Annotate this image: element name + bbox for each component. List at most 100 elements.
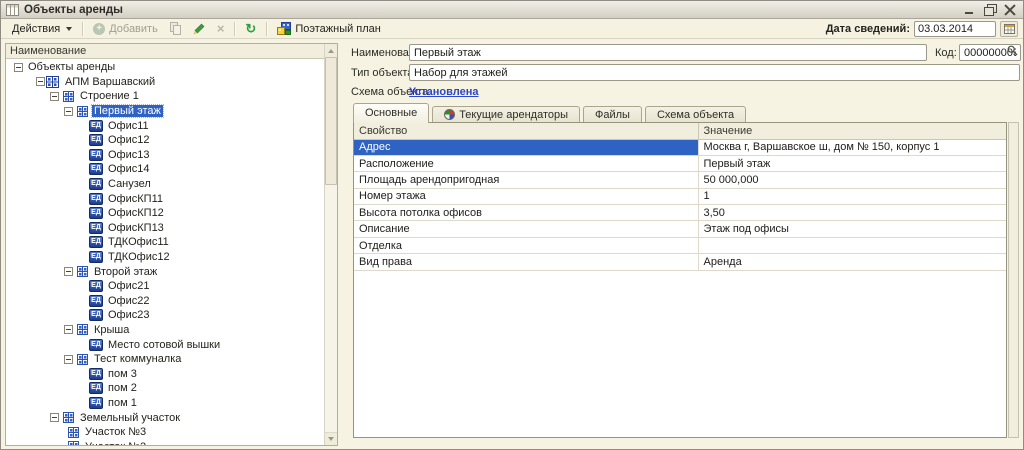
tab-0[interactable]: Основные (353, 103, 429, 123)
floor-plan-button[interactable]: Поэтажный план (271, 20, 387, 37)
tree-node-label[interactable]: Офис12 (106, 134, 152, 146)
tree-node[interactable]: Тест коммуналка (6, 352, 324, 367)
copy-button[interactable] (164, 20, 187, 37)
tree-node[interactable]: ЕДОфис12 (6, 133, 324, 148)
tree-node[interactable]: ЕДОфис13 (6, 148, 324, 163)
property-row[interactable]: ОписаниеЭтаж под офисы (354, 221, 1006, 237)
minimize-button[interactable] (964, 4, 976, 15)
name-input[interactable] (409, 44, 927, 61)
property-value-cell[interactable]: 50 000,000 (698, 172, 1006, 188)
edit-button[interactable] (187, 21, 211, 37)
scroll-down-icon[interactable] (325, 432, 337, 445)
close-button[interactable] (1004, 4, 1016, 15)
tree-node-label[interactable]: АПМ Варшавский (63, 76, 157, 88)
tree-node-label[interactable]: Участок №2 (83, 441, 148, 445)
tree-node-label[interactable]: ОфисКП13 (106, 222, 166, 234)
property-value-cell[interactable]: Этаж под офисы (698, 221, 1006, 237)
property-name-cell[interactable]: Адрес (354, 139, 698, 155)
property-row[interactable]: Отделка (354, 237, 1006, 253)
tree-node[interactable]: Участок №3 (6, 425, 324, 440)
property-value-cell[interactable] (698, 237, 1006, 253)
property-name-cell[interactable]: Вид права (354, 254, 698, 270)
collapse-minus-icon[interactable] (64, 355, 73, 364)
column-header-property[interactable]: Свойство (354, 123, 698, 139)
tab-2[interactable]: Файлы (583, 106, 642, 123)
tree-node-label[interactable]: Офис13 (106, 149, 152, 161)
property-value-cell[interactable]: Первый этаж (698, 155, 1006, 171)
tree-node[interactable]: ЕДОфис21 (6, 279, 324, 294)
collapse-minus-icon[interactable] (50, 413, 59, 422)
refresh-button[interactable]: ↻ (239, 21, 262, 37)
tree-column-header[interactable]: Наименование (6, 44, 324, 59)
type-input[interactable] (409, 64, 1020, 81)
delete-button[interactable]: × (211, 21, 231, 37)
tree-node-label[interactable]: Строение 1 (78, 90, 141, 102)
tree-node-label[interactable]: Санузел (106, 178, 153, 190)
property-value-cell[interactable]: 3,50 (698, 205, 1006, 221)
tab-3[interactable]: Схема объекта (645, 106, 746, 123)
property-value-cell[interactable]: Москва г, Варшавское ш, дом № 150, корпу… (698, 139, 1006, 155)
tree-node[interactable]: ЕДОфис11 (6, 118, 324, 133)
tree-node[interactable]: Участок №2 (6, 439, 324, 445)
tree-node-label[interactable]: Офис21 (106, 280, 152, 292)
property-row[interactable]: Площадь арендопригодная50 000,000 (354, 172, 1006, 188)
property-name-cell[interactable]: Площадь арендопригодная (354, 172, 698, 188)
tree-node[interactable]: ЕДпом 3 (6, 366, 324, 381)
tree-node-label[interactable]: Первый этаж (92, 105, 163, 117)
property-row[interactable]: Вид праваАренда (354, 254, 1006, 270)
tree-node[interactable]: ЕДОфис14 (6, 162, 324, 177)
scroll-up-icon[interactable] (325, 44, 337, 57)
date-input[interactable] (914, 21, 996, 37)
tree-node[interactable]: ЕДТДКОфис11 (6, 235, 324, 250)
tree-node[interactable]: ЕДМесто сотовой вышки (6, 337, 324, 352)
collapse-minus-icon[interactable] (64, 267, 73, 276)
tree-node[interactable]: Объекты аренды (6, 60, 324, 75)
lookup-magnifier-icon[interactable] (1007, 45, 1018, 59)
properties-scrollbar[interactable] (1008, 122, 1019, 438)
tree-node-label[interactable]: Офис22 (106, 295, 152, 307)
tree-node-label[interactable]: Тест коммуналка (92, 353, 183, 365)
restore-button[interactable] (984, 4, 996, 15)
scrollbar-thumb[interactable] (325, 57, 337, 185)
tree-node-label[interactable]: ОфисКП11 (106, 193, 165, 205)
property-name-cell[interactable]: Описание (354, 221, 698, 237)
property-value-cell[interactable]: Аренда (698, 254, 1006, 270)
tree-node-label[interactable]: Земельный участок (78, 412, 182, 424)
tree-node[interactable]: Крыша (6, 323, 324, 338)
property-row[interactable]: РасположениеПервый этаж (354, 155, 1006, 171)
tab-1[interactable]: Текущие арендаторы (432, 106, 580, 123)
tree-node-label[interactable]: Крыша (92, 324, 131, 336)
tree-node-label[interactable]: пом 1 (106, 397, 139, 409)
add-button[interactable]: + Добавить (87, 21, 164, 37)
tree-node[interactable]: АПМ Варшавский (6, 75, 324, 90)
tree-node-label[interactable]: Объекты аренды (26, 61, 117, 73)
actions-button[interactable]: Действия (6, 21, 78, 37)
tree-node[interactable]: ЕДТДКОфис12 (6, 250, 324, 265)
tree-scrollbar[interactable] (324, 44, 337, 445)
tree-node[interactable]: Первый этаж (6, 104, 324, 119)
property-row[interactable]: АдресМосква г, Варшавское ш, дом № 150, … (354, 139, 1006, 155)
tree-node-label[interactable]: пом 3 (106, 368, 139, 380)
tree-node-label[interactable]: пом 2 (106, 382, 139, 394)
property-name-cell[interactable]: Расположение (354, 155, 698, 171)
tree-node[interactable]: ЕДпом 1 (6, 396, 324, 411)
tree-node-label[interactable]: ТДКОфис11 (106, 236, 171, 248)
property-name-cell[interactable]: Высота потолка офисов (354, 205, 698, 221)
tree-node[interactable]: ЕДОфисКП13 (6, 221, 324, 236)
tree-node-label[interactable]: ТДКОфис12 (106, 251, 172, 263)
collapse-minus-icon[interactable] (64, 107, 73, 116)
tree-node-label[interactable]: Место сотовой вышки (106, 339, 222, 351)
tree-node[interactable]: ЕДОфисКП12 (6, 206, 324, 221)
tree-node[interactable]: Второй этаж (6, 264, 324, 279)
property-row[interactable]: Высота потолка офисов3,50 (354, 205, 1006, 221)
collapse-minus-icon[interactable] (14, 63, 23, 72)
collapse-minus-icon[interactable] (64, 325, 73, 334)
tree-node-label[interactable]: Второй этаж (92, 266, 159, 278)
tree-node-label[interactable]: Участок №3 (83, 426, 148, 438)
property-name-cell[interactable]: Отделка (354, 237, 698, 253)
tree-node[interactable]: ЕДОфис22 (6, 294, 324, 309)
property-row[interactable]: Номер этажа1 (354, 188, 1006, 204)
collapse-minus-icon[interactable] (36, 77, 45, 86)
tree-node-label[interactable]: Офис23 (106, 309, 152, 321)
tree-node-label[interactable]: ОфисКП12 (106, 207, 166, 219)
